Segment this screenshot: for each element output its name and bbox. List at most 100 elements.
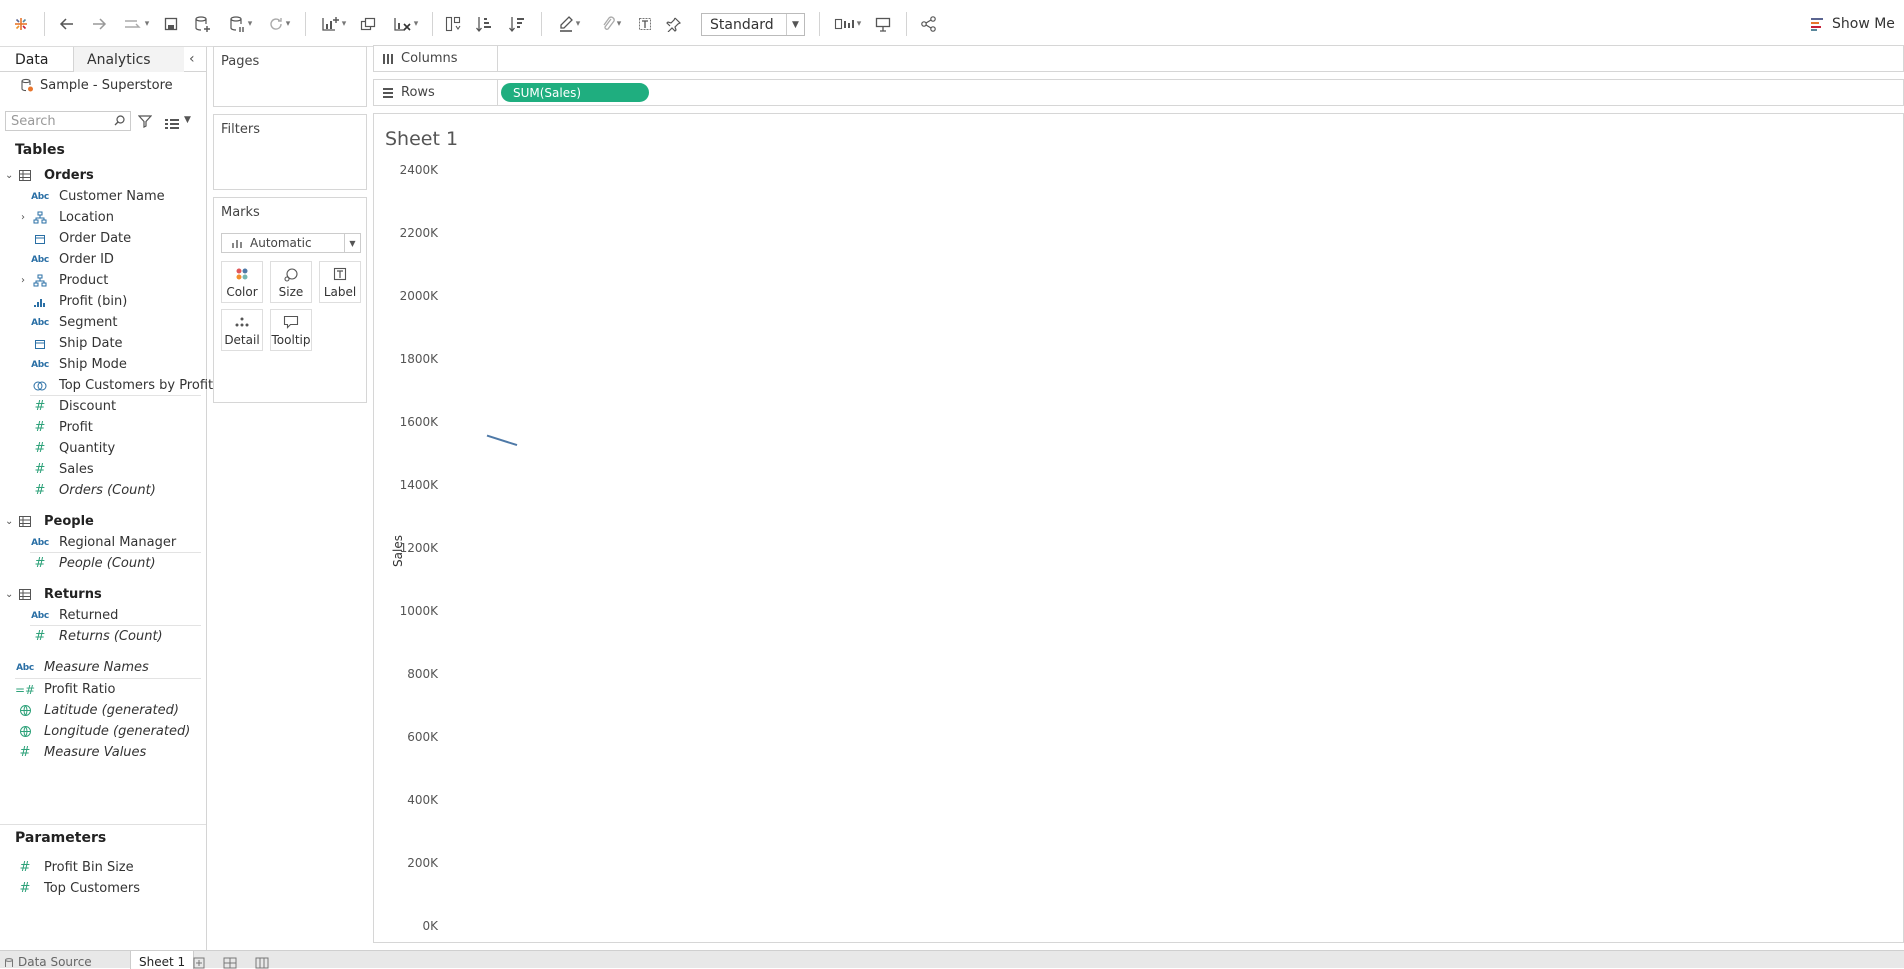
replay-icon[interactable]: ▾ <box>118 12 154 36</box>
label-marks-icon[interactable] <box>634 12 656 36</box>
new-datasource-icon[interactable] <box>191 12 213 36</box>
parameter-profit-bin-size[interactable]: # Profit Bin Size <box>0 857 201 878</box>
field-label: Segment <box>59 315 118 330</box>
number-field-icon: # <box>34 556 46 571</box>
field-regional-manager[interactable]: Abc Regional Manager <box>0 532 201 553</box>
redo-icon[interactable] <box>88 12 110 36</box>
share-icon[interactable] <box>918 12 940 36</box>
chevron-right-icon[interactable]: › <box>21 212 25 223</box>
table-people[interactable]: ⌄ People <box>0 511 201 532</box>
columns-icon <box>382 53 394 65</box>
field-quantity[interactable]: # Quantity <box>0 438 201 459</box>
table-returns[interactable]: ⌄ Returns <box>0 584 201 605</box>
chevron-down-icon[interactable]: ⌄ <box>5 516 13 527</box>
field-sales[interactable]: # Sales <box>0 459 201 480</box>
table-orders[interactable]: ⌄ Orders <box>0 165 201 186</box>
save-icon[interactable] <box>160 12 182 36</box>
pin-icon[interactable] <box>663 12 685 36</box>
sum-sales-pill[interactable]: SUM(Sales) <box>501 83 649 102</box>
sort-ascending-icon[interactable] <box>473 12 495 36</box>
show-me-button[interactable]: Show Me <box>1810 13 1895 35</box>
size-icon <box>271 267 311 283</box>
field-returns-count[interactable]: # Returns (Count) <box>0 626 201 647</box>
rows-shelf[interactable]: Rows SUM(Sales) <box>373 79 1904 106</box>
fit-mode-value: Standard <box>710 16 774 33</box>
chevron-down-icon[interactable]: ⌄ <box>5 589 13 600</box>
fit-mode-select[interactable]: Standard ▼ <box>701 13 805 36</box>
pages-title: Pages <box>221 54 260 69</box>
view-options-icon[interactable] <box>164 115 180 134</box>
label-button[interactable]: Label <box>319 261 361 303</box>
tab-data[interactable]: Data <box>0 47 74 72</box>
datasource-name: Sample - Superstore <box>40 78 173 93</box>
highlight-icon[interactable]: ▾ <box>551 12 587 36</box>
field-people-count[interactable]: # People (Count) <box>0 553 201 574</box>
new-worksheet-icon[interactable]: ▾ <box>315 12 351 36</box>
pause-updates-icon[interactable]: ▾ <box>223 12 257 36</box>
search-input[interactable]: Search <box>5 111 131 131</box>
chevron-down-icon[interactable]: ⌄ <box>5 170 13 181</box>
field-measure-values[interactable]: # Measure Values <box>0 742 201 763</box>
pages-card[interactable]: Pages <box>213 46 367 107</box>
chevron-down-icon[interactable]: ▼ <box>184 115 191 125</box>
parameter-top-customers[interactable]: # Top Customers <box>0 878 201 899</box>
color-button[interactable]: Color <box>221 261 263 303</box>
filter-icon[interactable] <box>137 113 153 132</box>
marks-title: Marks <box>221 205 260 220</box>
group-icon[interactable]: ▾ <box>593 12 629 36</box>
field-ship-mode[interactable]: Abc Ship Mode <box>0 354 201 375</box>
field-label: People (Count) <box>59 556 156 571</box>
field-order-date[interactable]: Order Date <box>0 228 201 249</box>
chevron-right-icon[interactable]: › <box>21 275 25 286</box>
field-label: Profit (bin) <box>59 294 128 309</box>
size-label: Size <box>278 285 304 299</box>
field-order-id[interactable]: Abc Order ID <box>0 249 201 270</box>
filters-card[interactable]: Filters <box>213 114 367 190</box>
field-segment[interactable]: Abc Segment <box>0 312 201 333</box>
field-profit-ratio[interactable]: =# Profit Ratio <box>0 679 201 700</box>
datasource-item[interactable]: Sample - Superstore <box>20 78 173 93</box>
field-longitude-generated[interactable]: Longitude (generated) <box>0 721 201 742</box>
string-field-icon: Abc <box>31 537 49 548</box>
label-label: Label <box>323 285 357 299</box>
field-profit[interactable]: # Profit <box>0 417 201 438</box>
sales-line[interactable] <box>486 434 518 447</box>
swap-rows-columns-icon[interactable] <box>442 12 464 36</box>
field-discount[interactable]: # Discount <box>0 396 201 417</box>
new-worksheet-tab-icon[interactable] <box>193 951 207 969</box>
y-tick-label: 1000K <box>399 604 438 618</box>
parameters-heading: Parameters <box>15 830 107 846</box>
undo-icon[interactable] <box>56 12 78 36</box>
field-customer-name[interactable]: Abc Customer Name <box>0 186 201 207</box>
clear-sheet-icon[interactable]: ▾ <box>387 12 423 36</box>
presentation-mode-icon[interactable] <box>871 12 895 36</box>
tableau-logo-icon[interactable] <box>10 12 32 36</box>
tab-analytics[interactable]: Analytics <box>74 47 184 72</box>
tooltip-button[interactable]: Tooltip <box>270 309 312 351</box>
field-product[interactable]: › Product <box>0 270 201 291</box>
field-ship-date[interactable]: Ship Date <box>0 333 201 354</box>
field-top-customers-by-profit[interactable]: Top Customers by Profit <box>0 375 213 396</box>
datasource-icon <box>20 78 34 93</box>
size-button[interactable]: Size <box>270 261 312 303</box>
columns-shelf[interactable]: Columns <box>373 45 1904 72</box>
detail-button[interactable]: Detail <box>221 309 263 351</box>
new-dashboard-tab-icon[interactable] <box>223 951 239 969</box>
field-measure-names[interactable]: Abc Measure Names <box>0 657 201 678</box>
field-orders-count[interactable]: # Orders (Count) <box>0 480 201 501</box>
tab-sheet-1[interactable]: Sheet 1 <box>130 951 195 969</box>
field-location[interactable]: › Location <box>0 207 201 228</box>
table-icon <box>17 514 33 530</box>
collapse-pane-icon[interactable]: ‹ <box>189 51 195 67</box>
fit-icon[interactable]: ▾ <box>829 12 865 36</box>
tab-data-source[interactable]: Data Source <box>4 951 92 969</box>
field-profit-bin[interactable]: Profit (bin) <box>0 291 201 312</box>
duplicate-sheet-icon[interactable] <box>357 12 379 36</box>
field-returned[interactable]: Abc Returned <box>0 605 201 626</box>
refresh-icon[interactable]: ▾ <box>262 12 296 36</box>
mark-type-select[interactable]: Automatic ▼ <box>221 233 361 253</box>
field-latitude-generated[interactable]: Latitude (generated) <box>0 700 201 721</box>
new-story-tab-icon[interactable] <box>255 951 271 969</box>
plot-area[interactable] <box>374 114 1904 944</box>
sort-descending-icon[interactable] <box>506 12 528 36</box>
